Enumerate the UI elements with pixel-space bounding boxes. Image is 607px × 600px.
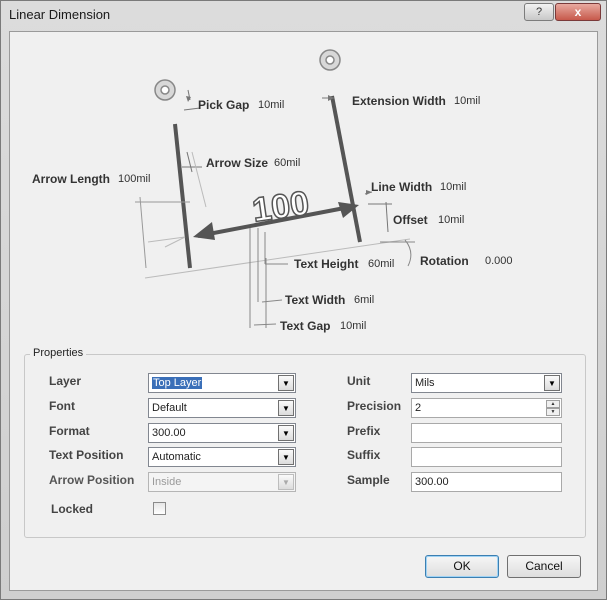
- rotation-value: 0.000: [485, 255, 513, 267]
- pick-point-right-icon: [319, 49, 341, 71]
- text-position-dropdown-value: Automatic: [152, 451, 201, 463]
- unit-label: Unit: [347, 374, 371, 388]
- text-gap-label: Text Gap: [280, 319, 331, 333]
- pick-gap-value: 10mil: [258, 99, 285, 111]
- locked-checkbox[interactable]: [153, 502, 166, 515]
- spin-down-icon[interactable]: ▼: [546, 408, 560, 416]
- suffix-input[interactable]: [411, 447, 562, 467]
- precision-spinbox[interactable]: 2 ▲ ▼: [411, 398, 562, 418]
- precision-label: Precision: [347, 399, 402, 413]
- text-width-label: Text Width: [285, 293, 346, 307]
- locked-label: Locked: [51, 502, 94, 516]
- arrow-position-dropdown: Inside ▼: [148, 472, 296, 492]
- arrow-length-value: 100mil: [118, 173, 151, 185]
- chevron-down-icon[interactable]: ▼: [278, 449, 294, 465]
- unit-dropdown-value: Mils: [415, 377, 435, 389]
- suffix-label: Suffix: [347, 448, 381, 462]
- text-height-label: Text Height: [294, 257, 359, 271]
- linear-dimension-dialog: Linear Dimension ? x Pick Gap 10mil Exte…: [0, 0, 607, 600]
- arrow-size-label: Arrow Size: [206, 156, 269, 170]
- extension-width-value: 10mil: [454, 95, 481, 107]
- dimension-diagram: Pick Gap 10mil Extension Width 10mil Arr…: [10, 32, 599, 342]
- close-button[interactable]: x: [555, 3, 601, 21]
- sample-label: Sample: [347, 473, 390, 487]
- chevron-down-icon[interactable]: ▼: [278, 425, 294, 441]
- layer-dropdown[interactable]: Top Layer ▼: [148, 373, 296, 393]
- prefix-input[interactable]: [411, 423, 562, 443]
- title-bar[interactable]: Linear Dimension ? x: [1, 1, 606, 31]
- pick-point-left-icon: [154, 79, 176, 101]
- format-dropdown-value: 300.00: [152, 427, 186, 439]
- offset-label: Offset: [393, 213, 428, 227]
- text-height-value: 60mil: [368, 258, 395, 270]
- arrow-length-label: Arrow Length: [32, 172, 110, 186]
- sample-field[interactable]: 300.00: [411, 472, 562, 492]
- font-dropdown[interactable]: Default ▼: [148, 398, 296, 418]
- layer-label: Layer: [49, 374, 82, 388]
- spin-up-icon[interactable]: ▲: [546, 400, 560, 408]
- format-label: Format: [49, 424, 90, 438]
- offset-value: 10mil: [438, 214, 465, 226]
- chevron-down-icon[interactable]: ▼: [278, 400, 294, 416]
- format-dropdown[interactable]: 300.00 ▼: [148, 423, 296, 443]
- text-position-label: Text Position: [49, 448, 124, 462]
- arrow-size-value: 60mil: [274, 157, 301, 169]
- properties-group-title: Properties: [30, 347, 87, 359]
- layer-dropdown-value: Top Layer: [152, 377, 203, 389]
- unit-dropdown[interactable]: Mils ▼: [411, 373, 562, 393]
- chevron-down-icon: ▼: [278, 474, 294, 490]
- cancel-button[interactable]: Cancel: [507, 555, 581, 578]
- font-label: Font: [49, 399, 75, 413]
- precision-value: 2: [415, 402, 422, 414]
- text-width-value: 6mil: [354, 294, 375, 306]
- arrow-position-dropdown-value: Inside: [152, 476, 182, 488]
- text-position-dropdown[interactable]: Automatic ▼: [148, 447, 296, 467]
- sample-value: 300.00: [415, 476, 449, 488]
- pick-gap-label: Pick Gap: [198, 98, 250, 112]
- prefix-label: Prefix: [347, 424, 381, 438]
- chevron-down-icon[interactable]: ▼: [278, 375, 294, 391]
- line-width-value: 10mil: [440, 181, 467, 193]
- arrow-position-label: Arrow Position: [49, 473, 135, 487]
- font-dropdown-value: Default: [152, 402, 187, 414]
- dialog-body: Pick Gap 10mil Extension Width 10mil Arr…: [9, 31, 598, 591]
- properties-group: Properties Layer Top Layer ▼ Font Defaul…: [24, 347, 586, 538]
- text-gap-value: 10mil: [340, 320, 367, 332]
- window-title: Linear Dimension: [9, 7, 111, 22]
- rotation-label: Rotation: [420, 254, 469, 268]
- precision-spinner: ▲ ▼: [546, 400, 560, 416]
- help-button[interactable]: ?: [524, 3, 554, 21]
- extension-width-label: Extension Width: [352, 94, 446, 108]
- ok-button[interactable]: OK: [425, 555, 499, 578]
- line-width-label: Line Width: [371, 180, 433, 194]
- sample-dimension-text: 100: [249, 183, 312, 230]
- chevron-down-icon[interactable]: ▼: [544, 375, 560, 391]
